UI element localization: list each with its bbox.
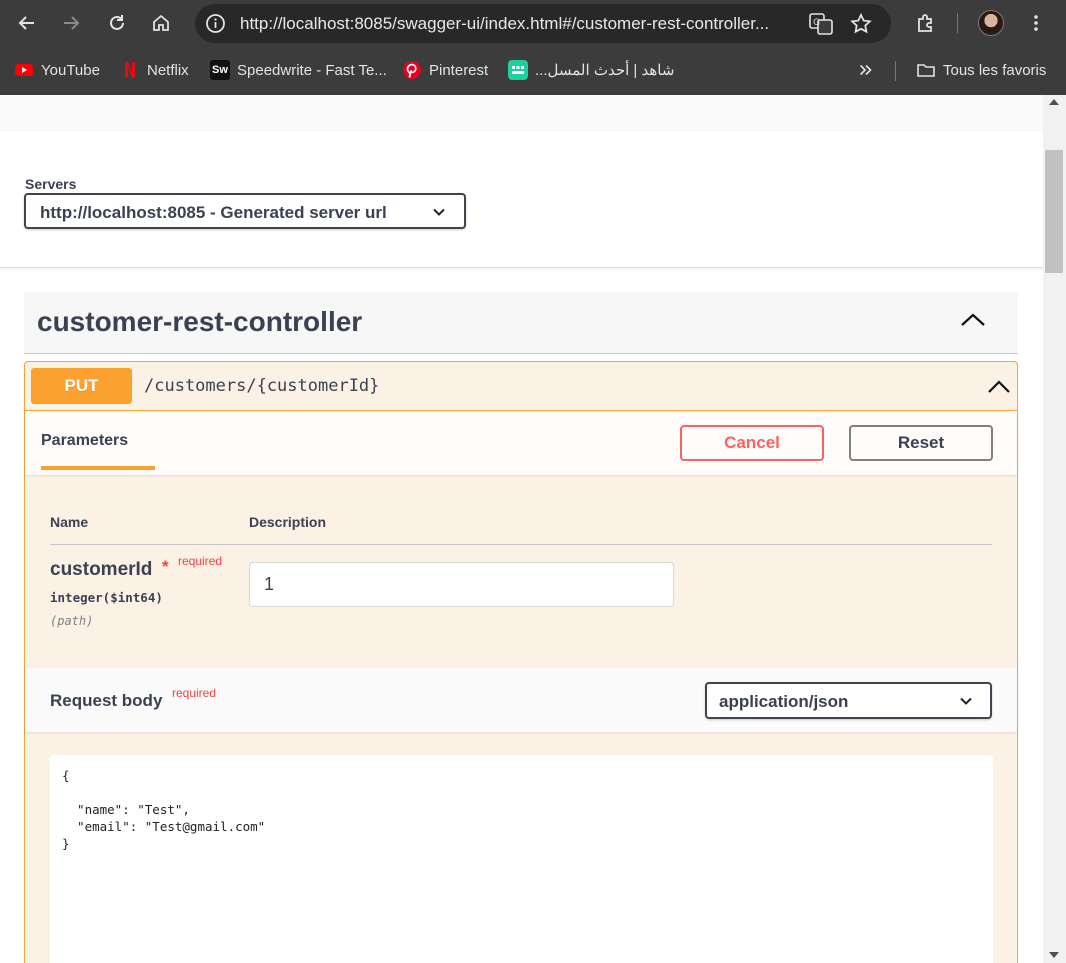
all-bookmarks-label: Tous les favoris xyxy=(943,61,1047,79)
svg-text:G: G xyxy=(813,18,820,28)
cancel-button[interactable]: Cancel xyxy=(680,425,824,461)
speedwrite-icon: Sw xyxy=(210,60,230,80)
customer-id-input[interactable] xyxy=(249,562,674,607)
servers-label: Servers xyxy=(25,176,77,192)
chevron-down-icon xyxy=(960,697,972,705)
reset-button[interactable]: Reset xyxy=(849,425,993,461)
bookmark-pinterest[interactable]: Pinterest xyxy=(402,59,488,81)
request-body-title: Request body xyxy=(50,691,163,710)
bookmark-shahid[interactable]: شاهد | أحدث المسل... xyxy=(508,59,674,81)
chevron-up-icon[interactable] xyxy=(987,378,1011,396)
url-text[interactable]: http://localhost:8085/swagger-ui/index.h… xyxy=(240,14,810,34)
shahid-icon xyxy=(508,60,528,80)
tag-title: customer-rest-controller xyxy=(37,306,363,337)
required-star: * xyxy=(162,557,169,576)
method-badge: PUT xyxy=(31,368,132,404)
info-section-tail xyxy=(0,95,1043,132)
bookmarks-bar: YouTube Netflix Sw Speedwrite - Fast Te.… xyxy=(0,47,1066,95)
swagger-page: Servers http://localhost:8085 - Generate… xyxy=(0,95,1043,963)
table-divider xyxy=(50,544,992,545)
page-scrollbar[interactable] xyxy=(1043,95,1066,963)
forward-icon[interactable] xyxy=(56,8,86,38)
extensions-icon[interactable] xyxy=(910,8,940,38)
browser-chrome: http://localhost:8085/swagger-ui/index.h… xyxy=(0,0,1066,95)
home-icon[interactable] xyxy=(146,8,176,38)
column-header-description: Description xyxy=(249,514,327,530)
bookmark-star-icon[interactable] xyxy=(849,12,873,36)
site-info-icon[interactable] xyxy=(205,13,226,34)
servers-section: Servers http://localhost:8085 - Generate… xyxy=(0,132,1043,268)
bookmark-netflix[interactable]: Netflix xyxy=(120,59,189,81)
bookmark-label: Pinterest xyxy=(429,61,489,79)
toolbar-divider xyxy=(957,13,958,33)
tab-active-underline xyxy=(41,466,155,470)
tag-section-header[interactable]: customer-rest-controller xyxy=(24,292,1018,354)
bookmark-youtube[interactable]: YouTube xyxy=(14,59,100,81)
netflix-icon xyxy=(120,60,140,80)
tab-parameters[interactable]: Parameters xyxy=(41,432,128,450)
all-bookmarks-folder[interactable]: Tous les favoris xyxy=(916,59,1046,81)
parameter-location: (path) xyxy=(50,614,94,628)
put-operation-block: PUT /customers/{customerId} Parameters C… xyxy=(24,361,1018,963)
request-body-required-label: required xyxy=(172,686,217,700)
parameter-name: customerId xyxy=(50,559,153,580)
content-type-value: application/json xyxy=(719,692,849,711)
browser-toolbar: http://localhost:8085/swagger-ui/index.h… xyxy=(0,0,1066,47)
menu-icon[interactable] xyxy=(1021,8,1051,38)
request-body-header: Request body required application/json xyxy=(25,668,1017,732)
back-icon[interactable] xyxy=(12,8,42,38)
code-line: "email": "Test@gmail.com" xyxy=(62,819,266,834)
parameters-section-header: Parameters Cancel Reset xyxy=(25,411,1017,475)
request-body-editor[interactable]: { "name": "Test", "email": "Test@gmail.c… xyxy=(50,755,993,963)
chevron-down-icon xyxy=(433,208,445,216)
chevron-up-icon[interactable] xyxy=(960,310,986,330)
pinterest-icon xyxy=(402,60,422,80)
code-line: "name": "Test", xyxy=(62,802,190,817)
profile-avatar[interactable] xyxy=(978,10,1004,36)
more-bookmarks-icon[interactable] xyxy=(857,59,875,81)
scroll-up-icon[interactable] xyxy=(1049,99,1059,105)
folder-icon xyxy=(916,60,936,80)
bookmark-label: Netflix xyxy=(147,61,189,79)
youtube-icon xyxy=(14,60,34,80)
translate-icon[interactable]: G xyxy=(809,13,833,35)
bookmark-label: YouTube xyxy=(41,61,100,79)
parameter-type: integer($int64) xyxy=(50,590,163,605)
content-type-select[interactable]: application/json xyxy=(705,682,992,719)
bookmarks-divider xyxy=(895,61,896,81)
servers-select[interactable]: http://localhost:8085 - Generated server… xyxy=(24,193,466,229)
code-line: { xyxy=(62,768,70,783)
bookmark-speedwrite[interactable]: Sw Speedwrite - Fast Te... xyxy=(210,59,387,81)
operation-path: /customers/{customerId} xyxy=(144,376,380,396)
servers-selected-value: http://localhost:8085 - Generated server… xyxy=(40,203,387,222)
scroll-down-icon[interactable] xyxy=(1049,952,1059,958)
required-label: required xyxy=(178,554,223,568)
reload-icon[interactable] xyxy=(102,8,132,38)
bookmark-label: Speedwrite - Fast Te... xyxy=(237,61,387,79)
code-line: } xyxy=(62,836,70,851)
bookmark-label: شاهد | أحدث المسل... xyxy=(535,62,675,79)
column-header-name: Name xyxy=(50,514,89,530)
address-bar[interactable]: http://localhost:8085/swagger-ui/index.h… xyxy=(195,4,891,43)
operation-summary[interactable]: PUT /customers/{customerId} xyxy=(25,362,1017,411)
scrollbar-thumb[interactable] xyxy=(1045,150,1063,273)
